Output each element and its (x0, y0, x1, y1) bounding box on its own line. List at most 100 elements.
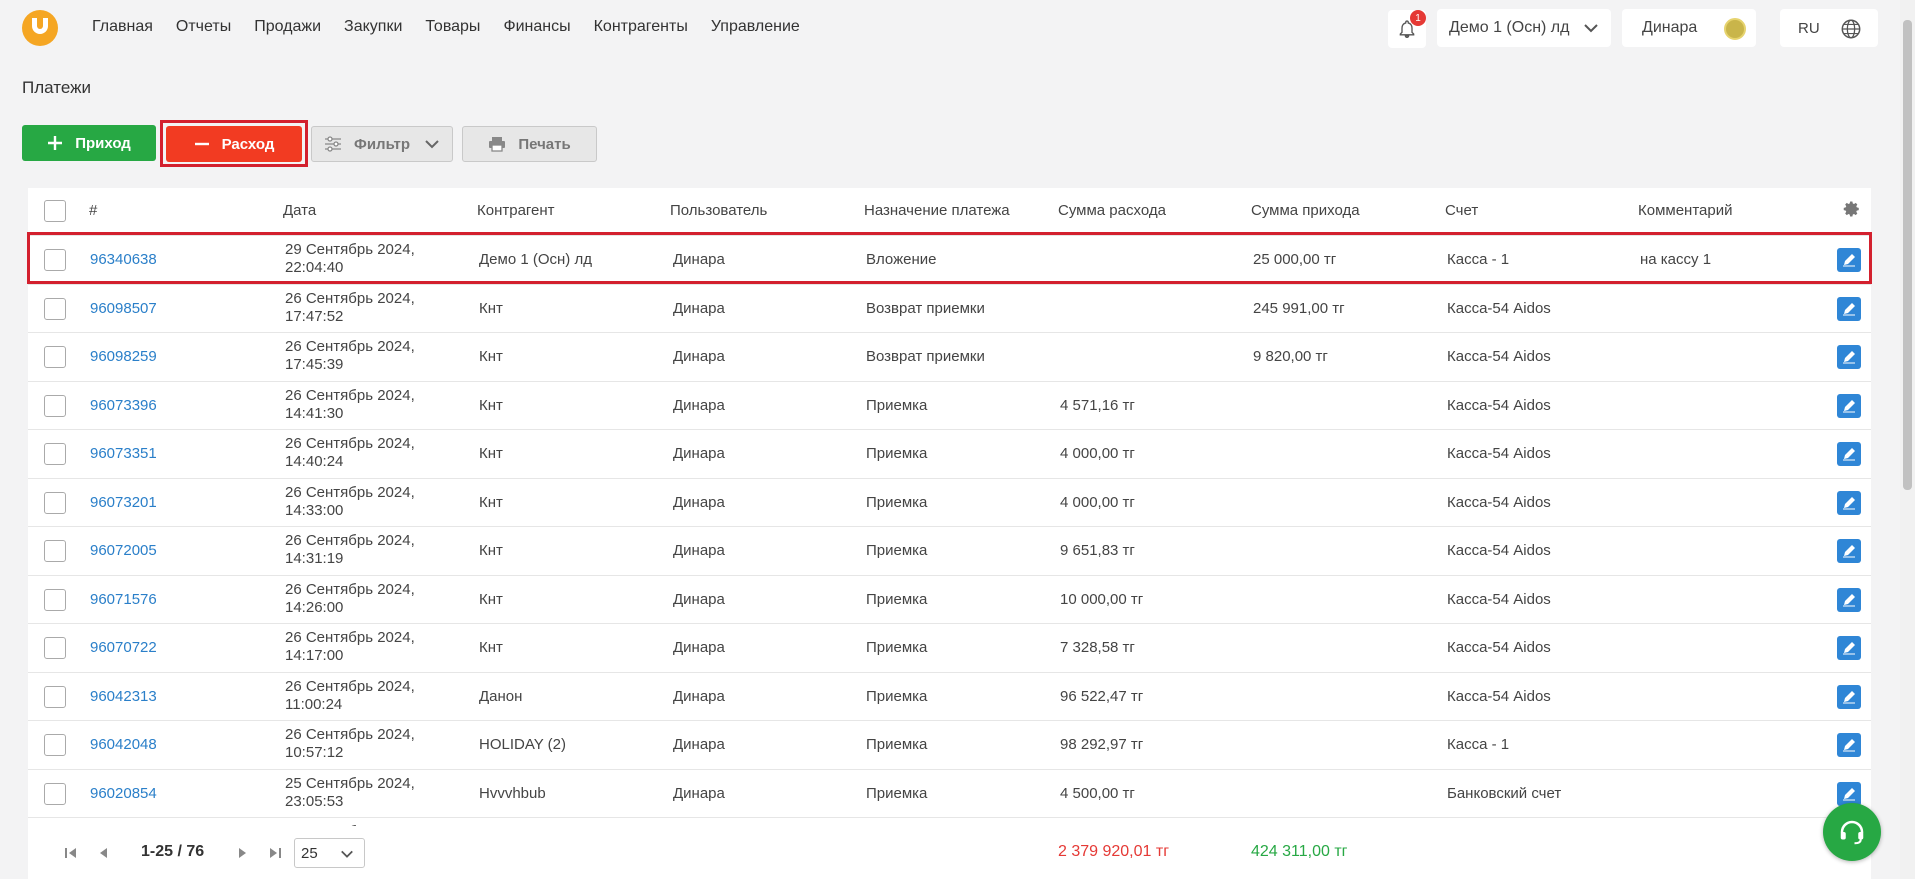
edit-button[interactable] (1837, 587, 1861, 612)
column-header-account[interactable]: Счет (1445, 202, 1478, 219)
payment-id-link[interactable]: 96073201 (90, 494, 157, 511)
table-row[interactable]: 96340638 Демо 1 (Осн) лд Динара Вложение 25 … (28, 235, 1871, 283)
user-cell: Динара (673, 396, 725, 414)
table-row[interactable]: 96073396 Кнт Динара Приемка 4 571,16 тг Касса… (28, 380, 1871, 429)
contractor-cell: Кнт (479, 590, 503, 608)
purpose-cell: Возврат приемки (866, 348, 985, 365)
table-row[interactable]: 96042048 HOLIDAY (2) Динара Приемка 98 292,9… (28, 720, 1871, 768)
column-header-id[interactable]: # (89, 202, 97, 219)
user-menu[interactable]: Динара (1622, 9, 1756, 47)
account-cell: Касса-54 Aidos (1447, 396, 1551, 414)
row-checkbox[interactable] (44, 782, 66, 805)
edit-button[interactable] (1837, 393, 1861, 418)
row-checkbox[interactable] (44, 443, 66, 465)
edit-button[interactable] (1837, 442, 1861, 466)
row-checkbox[interactable] (44, 588, 66, 611)
payment-id-link[interactable]: 96073396 (90, 397, 157, 414)
column-header-user[interactable]: Пользователь (670, 202, 767, 219)
table-row[interactable]: 96042313 Данон Динара Приемка 96 522,47 тг Ка… (28, 671, 1871, 720)
edit-button[interactable] (1837, 781, 1861, 806)
column-header-expense[interactable]: Сумма расхода (1058, 202, 1166, 219)
nav-item-sales[interactable]: Продажи (254, 18, 321, 36)
edit-button[interactable] (1837, 490, 1861, 515)
table-row[interactable]: 96098259 Кнт Динара Возврат приемки 9 820,00… (28, 332, 1871, 380)
account-cell: Касса-54 Aidos (1447, 299, 1551, 317)
column-header-contractor[interactable]: Контрагент (477, 202, 555, 219)
row-checkbox[interactable] (44, 540, 66, 562)
payment-id-link[interactable]: 96098507 (90, 300, 157, 317)
edit-button[interactable] (1837, 345, 1861, 369)
select-all-checkbox[interactable] (44, 200, 66, 222)
column-header-purpose[interactable]: Назначение платежа (864, 202, 1010, 219)
payment-id-link[interactable]: 96042048 (90, 736, 157, 753)
edit-button[interactable] (1837, 733, 1861, 757)
payment-id-link[interactable]: 96020854 (90, 785, 157, 802)
account-cell: Касса-54 Aidos (1447, 493, 1551, 511)
company-select[interactable]: Демо 1 (Осн) лд (1437, 9, 1611, 47)
row-checkbox[interactable] (44, 297, 66, 320)
purpose-cell: Приемка (866, 736, 928, 753)
nav-item-finance[interactable]: Финансы (503, 18, 570, 36)
next-page-icon[interactable] (238, 847, 248, 859)
row-checkbox[interactable] (44, 249, 66, 271)
nav-item-management[interactable]: Управление (711, 18, 800, 36)
payment-id-link[interactable]: 96073351 (90, 445, 157, 462)
row-checkbox[interactable] (44, 394, 66, 417)
edit-button[interactable] (1837, 248, 1861, 272)
add-expense-button[interactable]: Расход (166, 126, 302, 162)
edit-button[interactable] (1837, 539, 1861, 563)
logo-icon[interactable] (22, 10, 58, 46)
payment-id-link[interactable]: 96070722 (90, 639, 157, 656)
nav-item-reports[interactable]: Отчеты (176, 18, 231, 36)
expense-cell: 4 000,00 тг (1060, 445, 1135, 462)
edit-button[interactable] (1837, 636, 1861, 660)
row-checkbox[interactable] (44, 734, 66, 756)
column-header-income[interactable]: Сумма прихода (1251, 202, 1360, 219)
date-line: 26 Сентябрь 2024, (285, 435, 415, 452)
gear-icon[interactable] (1843, 200, 1861, 218)
prev-page-icon[interactable] (98, 847, 108, 859)
nav-item-home[interactable]: Главная (92, 18, 153, 36)
minus-icon (194, 142, 209, 146)
table-row[interactable]: 96073351 Кнт Динара Приемка 4 000,00 тг Касса… (28, 429, 1871, 477)
total-income: 424 311,00 тг (1251, 843, 1348, 860)
notifications-button[interactable]: 1 (1388, 10, 1426, 48)
print-button[interactable]: Печать (462, 126, 597, 162)
nav-item-products[interactable]: Товары (425, 18, 480, 36)
contractor-cell: Демо 1 (Осн) лд (479, 251, 592, 268)
edit-button[interactable] (1837, 684, 1861, 709)
nav-item-contractors[interactable]: Контрагенты (594, 18, 688, 36)
nav-item-purchases[interactable]: Закупки (344, 18, 402, 36)
row-checkbox[interactable] (44, 346, 66, 368)
row-checkbox[interactable] (44, 637, 66, 659)
table-row[interactable]: 96072005 Кнт Динара Приемка 9 651,83 тг Касса… (28, 526, 1871, 574)
table-row[interactable]: 96070722 Кнт Динара Приемка 7 328,58 тг Касса… (28, 623, 1871, 671)
date-cell: 29 Сентябрь 2024, 22:04:40 (285, 241, 415, 277)
last-page-icon[interactable] (268, 847, 282, 859)
add-income-button[interactable]: Приход (22, 125, 156, 161)
row-checkbox[interactable] (44, 491, 66, 514)
column-header-date[interactable]: Дата (283, 202, 316, 219)
scrollbar-thumb[interactable] (1903, 20, 1912, 490)
table-row[interactable]: 96098507 Кнт Динара Возврат приемки 245 991,… (28, 283, 1871, 332)
table-header: # Дата Контрагент Пользователь Назначени… (28, 188, 1871, 235)
language-select[interactable]: RU (1780, 9, 1878, 47)
row-checkbox[interactable] (44, 685, 66, 708)
payment-id-link[interactable]: 96340638 (90, 251, 157, 268)
column-header-comment[interactable]: Комментарий (1638, 202, 1732, 219)
first-page-icon[interactable] (64, 847, 78, 859)
table-row[interactable]: 96071576 Кнт Динара Приемка 10 000,00 тг Касс… (28, 574, 1871, 623)
table-row[interactable]: 96020854 Hvvvhbub Динара Приемка 4 500,00 тг… (28, 768, 1871, 817)
filter-button[interactable]: Фильтр (311, 126, 453, 162)
payment-id-link[interactable]: 96072005 (90, 542, 157, 559)
per-page-select[interactable]: 25 (294, 838, 365, 868)
page-scrollbar[interactable] (1900, 0, 1915, 879)
payment-id-link[interactable]: 96071576 (90, 591, 157, 608)
account-cell: Касса-54 Aidos (1447, 590, 1551, 608)
support-chat-button[interactable] (1823, 803, 1881, 861)
edit-button[interactable] (1837, 296, 1861, 321)
printer-icon (489, 137, 506, 152)
table-row[interactable]: 96073201 Кнт Динара Приемка 4 000,00 тг Касса… (28, 477, 1871, 526)
payment-id-link[interactable]: 96098259 (90, 348, 157, 365)
payment-id-link[interactable]: 96042313 (90, 688, 157, 705)
